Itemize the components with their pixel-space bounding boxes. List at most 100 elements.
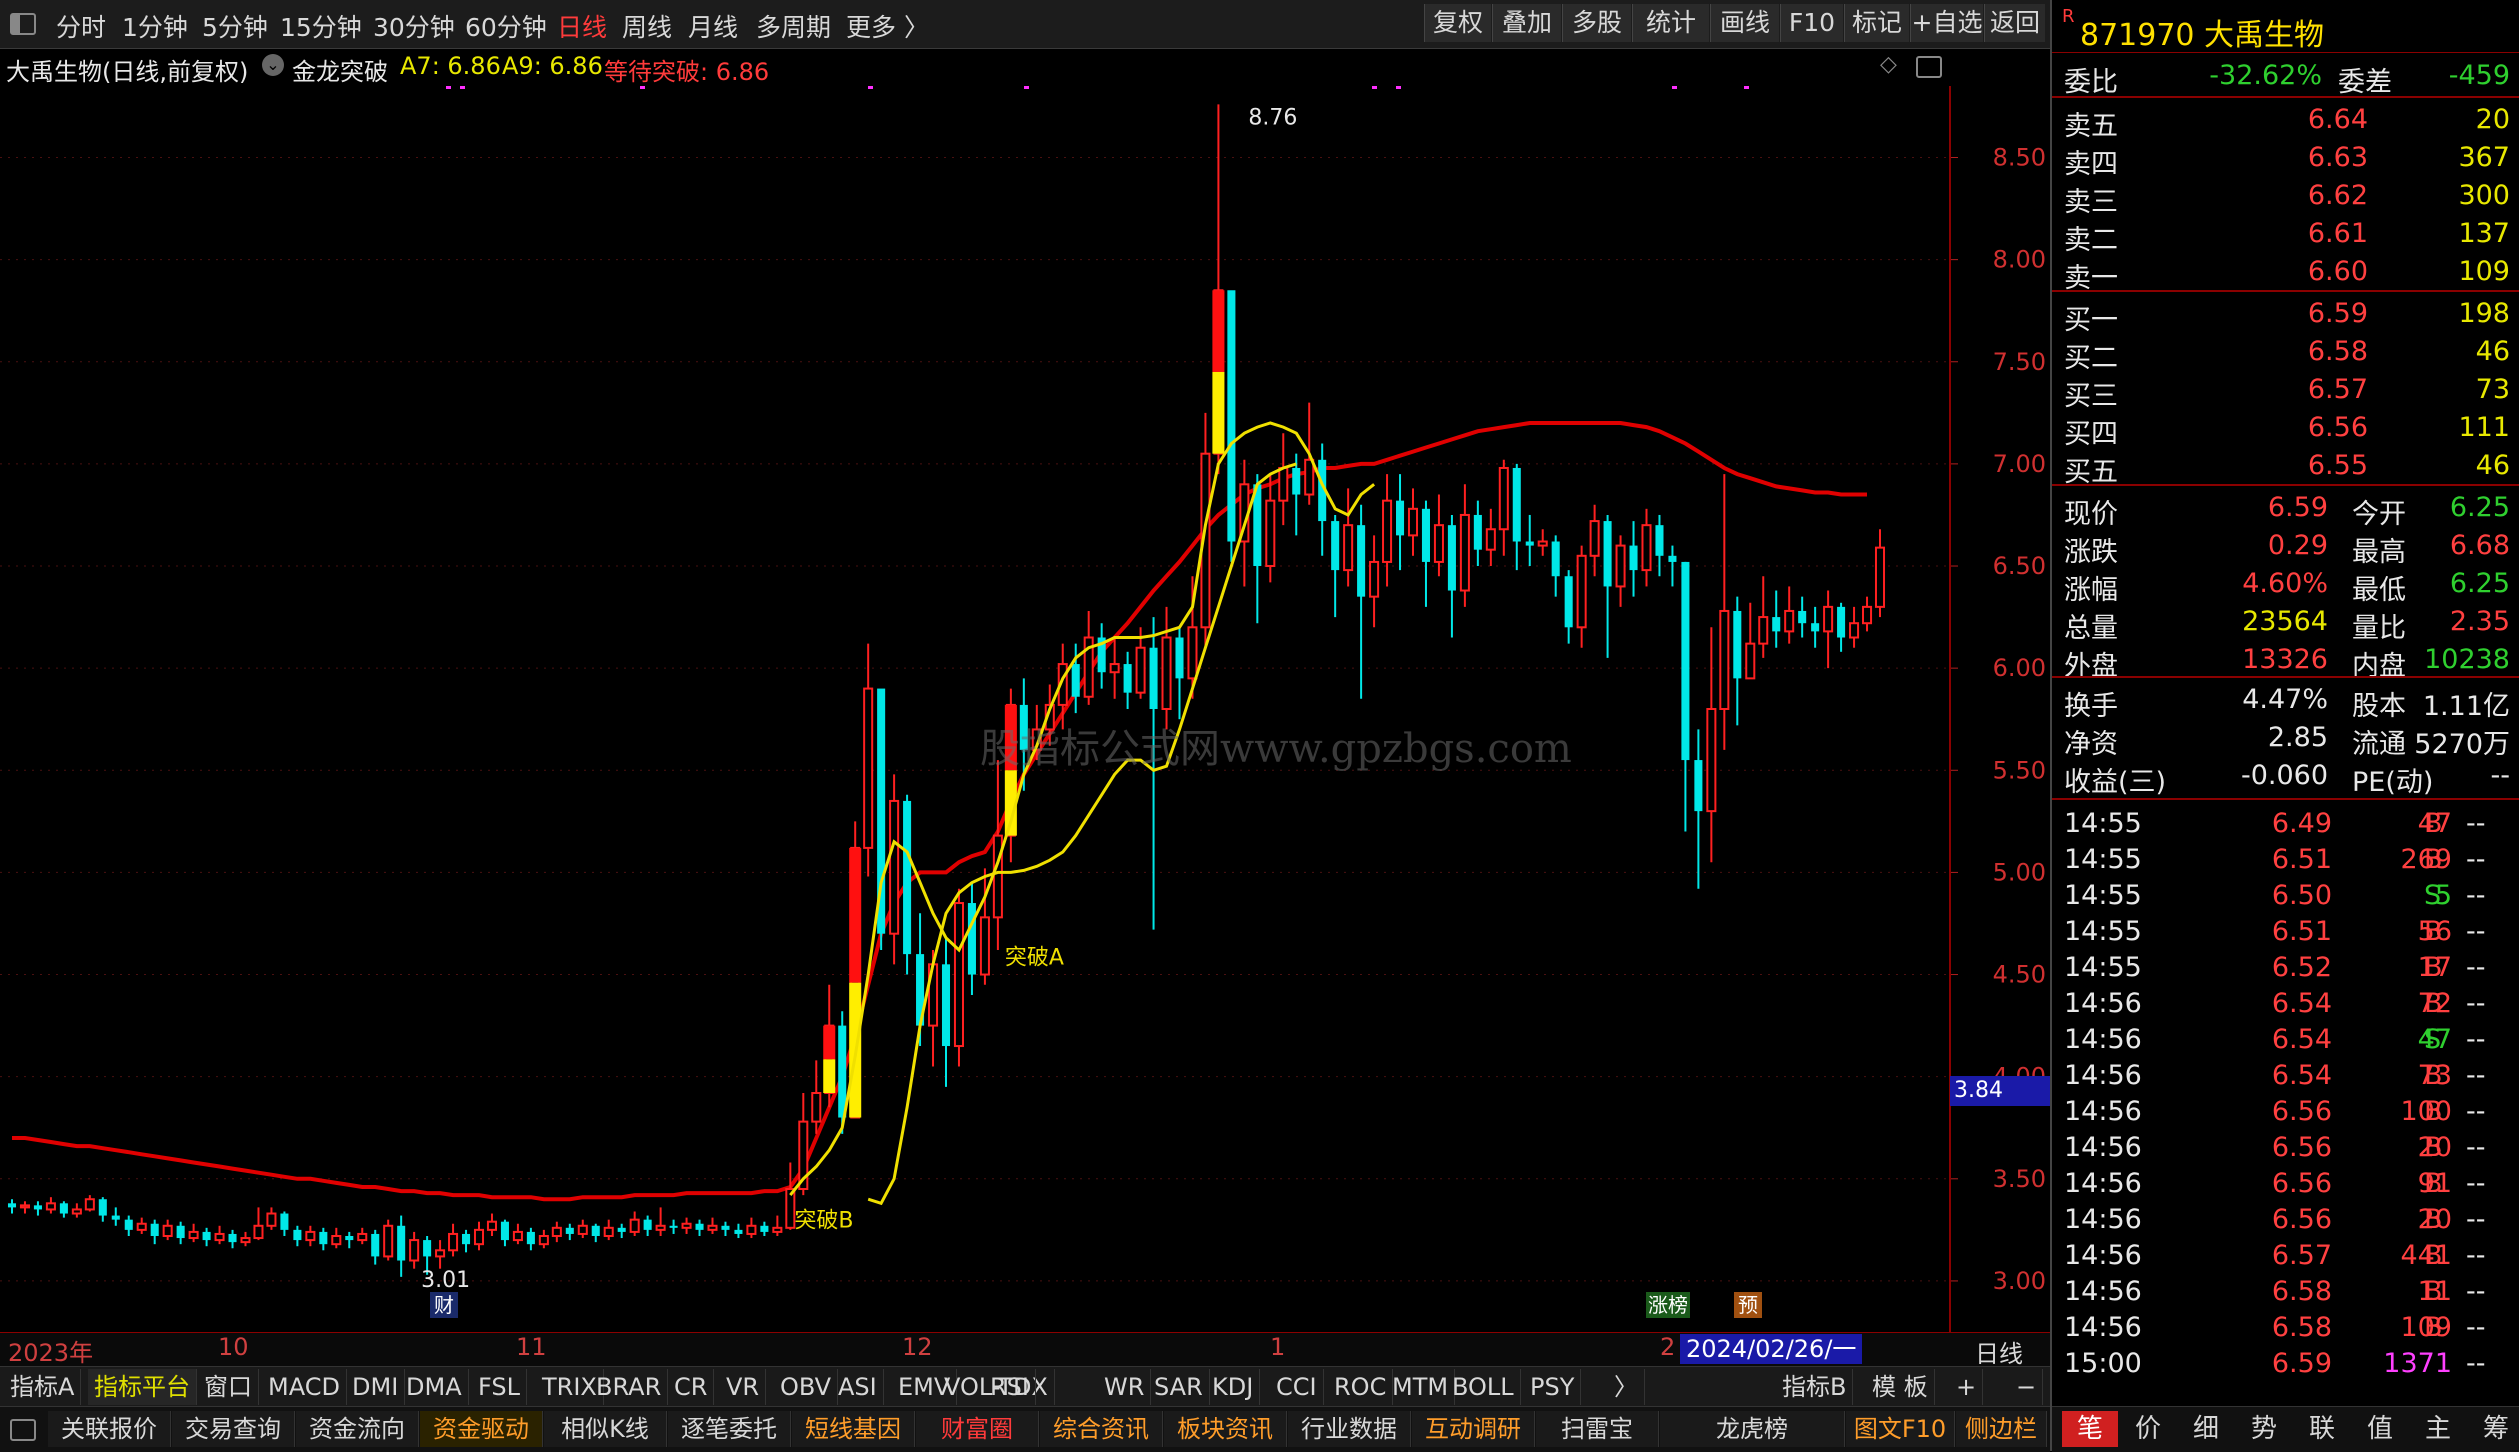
candle-body[interactable]: [305, 1230, 316, 1242]
candle-body[interactable]: [1837, 606, 1846, 638]
candle-body[interactable]: [1357, 525, 1366, 597]
candle-body[interactable]: [1396, 500, 1405, 536]
candle-body[interactable]: [1733, 610, 1742, 679]
function-tab[interactable]: 财富圈: [916, 1411, 1039, 1447]
candle-body[interactable]: [1758, 616, 1769, 645]
candle-body[interactable]: [967, 903, 976, 975]
tick-row[interactable]: 14:56 6.58 11 B --: [2052, 1272, 2519, 1308]
quote-tab[interactable]: 值: [2352, 1411, 2408, 1447]
candle-body[interactable]: [577, 1224, 588, 1235]
quote-tab[interactable]: 笔: [2062, 1411, 2118, 1447]
tick-row[interactable]: 14:55 6.51 56 B --: [2052, 912, 2519, 948]
candle-body[interactable]: [1407, 507, 1419, 537]
tick-row[interactable]: 14:56 6.56 20 B --: [2052, 1200, 2519, 1236]
candle-body[interactable]: [409, 1239, 420, 1262]
tick-row[interactable]: 14:56 6.56 91 B --: [2052, 1164, 2519, 1200]
candle-body[interactable]: [1537, 540, 1548, 547]
function-tab[interactable]: 相似K线: [544, 1411, 667, 1447]
candle-body[interactable]: [150, 1223, 159, 1236]
candle-body[interactable]: [1369, 560, 1380, 598]
function-tab[interactable]: 关联报价: [48, 1411, 171, 1447]
candle-body[interactable]: [240, 1237, 251, 1244]
quote-tab[interactable]: 价: [2120, 1411, 2176, 1447]
candle-body[interactable]: [1629, 545, 1638, 571]
candle-body[interactable]: [71, 1208, 82, 1215]
period-tab[interactable]: 日线: [557, 8, 607, 44]
candle-body[interactable]: [1615, 544, 1626, 588]
indicator-tab[interactable]: −: [2010, 1369, 2044, 1405]
candle-body[interactable]: [1706, 708, 1717, 813]
candle-body[interactable]: [721, 1225, 730, 1230]
ask-row[interactable]: 卖三 6.62 300: [2052, 176, 2519, 218]
candle-body[interactable]: [603, 1226, 614, 1237]
candle-body[interactable]: [1655, 525, 1664, 556]
fin-marker[interactable]: 财: [434, 1293, 454, 1317]
kline-type-label[interactable]: 日线: [1975, 1334, 2023, 1369]
function-tab[interactable]: 互动调研: [1412, 1411, 1535, 1447]
candle-body[interactable]: [1109, 663, 1120, 674]
candle-body[interactable]: [565, 1227, 574, 1234]
indicator-tab[interactable]: PSY: [1524, 1369, 1582, 1405]
candle-body[interactable]: [1525, 541, 1534, 546]
candle-body[interactable]: [331, 1234, 342, 1246]
candle-body[interactable]: [941, 964, 951, 1047]
tick-row[interactable]: 14:56 6.56 20 B --: [2052, 1128, 2519, 1164]
ask-row[interactable]: 卖二 6.61 137: [2052, 214, 2519, 256]
candle-body[interactable]: [7, 1203, 17, 1208]
candle-body[interactable]: [266, 1212, 277, 1227]
period-tab[interactable]: 周线: [622, 8, 672, 44]
indicator-tab[interactable]: 模 板: [1866, 1369, 1935, 1405]
tick-row[interactable]: 14:56 6.56 100 B --: [2052, 1092, 2519, 1128]
candle-body[interactable]: [1187, 626, 1198, 680]
indicator-tab[interactable]: DMA: [400, 1369, 469, 1405]
candle-body[interactable]: [214, 1232, 225, 1242]
candle-body[interactable]: [500, 1221, 509, 1241]
indicator-tab[interactable]: BOLL: [1446, 1369, 1521, 1405]
indicator-tab[interactable]: DMI: [346, 1369, 406, 1405]
toolbar-button[interactable]: 返回: [1984, 4, 2045, 42]
candle-body[interactable]: [1784, 609, 1795, 633]
function-tab[interactable]: 逐笔委托: [668, 1411, 791, 1447]
rank-marker[interactable]: 涨榜: [1648, 1293, 1688, 1317]
indicator-tab[interactable]: MTM: [1386, 1369, 1456, 1405]
candle-body[interactable]: [202, 1231, 211, 1241]
candle-body[interactable]: [371, 1233, 380, 1257]
toolbar-button[interactable]: 标记: [1844, 4, 1909, 42]
tick-row[interactable]: 15:00 6.59 1371 --: [2052, 1344, 2519, 1380]
candle-body[interactable]: [512, 1230, 523, 1242]
candle-body[interactable]: [1589, 520, 1600, 557]
candle-body[interactable]: [473, 1228, 485, 1246]
tick-row[interactable]: 14:56 6.54 47 S --: [2052, 1020, 2519, 1056]
candle-body[interactable]: [1421, 508, 1430, 562]
candle-body[interactable]: [526, 1231, 535, 1245]
period-tab[interactable]: 多周期: [756, 8, 831, 44]
candle-body[interactable]: [811, 1092, 822, 1123]
indicator-tab[interactable]: RSI: [984, 1369, 1036, 1405]
ask-row[interactable]: 卖五 6.64 20: [2052, 100, 2519, 142]
candle-body[interactable]: [889, 799, 900, 935]
tick-row[interactable]: 14:55 6.52 17 B --: [2052, 948, 2519, 984]
candle-body[interactable]: [1823, 605, 1834, 633]
candle-body[interactable]: [591, 1225, 600, 1236]
quote-tab[interactable]: 主: [2410, 1411, 2466, 1447]
indicator-tab[interactable]: BRAR: [590, 1369, 669, 1405]
bid-row[interactable]: 买二 6.58 46: [2052, 332, 2519, 374]
indicator-tab[interactable]: 指标B: [1776, 1369, 1854, 1405]
function-tab[interactable]: 图文F10: [1846, 1411, 1955, 1447]
candle-body[interactable]: [59, 1203, 68, 1214]
candle-body[interactable]: [1227, 290, 1236, 542]
candle-body[interactable]: [1123, 664, 1132, 693]
candle-body[interactable]: [538, 1234, 549, 1246]
toolbar-button[interactable]: 多股: [1562, 4, 1631, 42]
toolbar-button[interactable]: +自选: [1910, 4, 1983, 42]
candle-body[interactable]: [1745, 642, 1756, 680]
panel-toggle-icon[interactable]: [1916, 56, 1942, 78]
candle-body[interactable]: [1772, 617, 1781, 632]
toolbar-button[interactable]: F10: [1780, 4, 1843, 42]
candle-body[interactable]: [84, 1198, 95, 1211]
candle-body[interactable]: [1576, 554, 1587, 629]
indicator-tab[interactable]: SAR: [1148, 1369, 1210, 1405]
candle-body[interactable]: [953, 902, 964, 1048]
candle-body[interactable]: [695, 1223, 704, 1230]
candle-body[interactable]: [486, 1220, 497, 1231]
